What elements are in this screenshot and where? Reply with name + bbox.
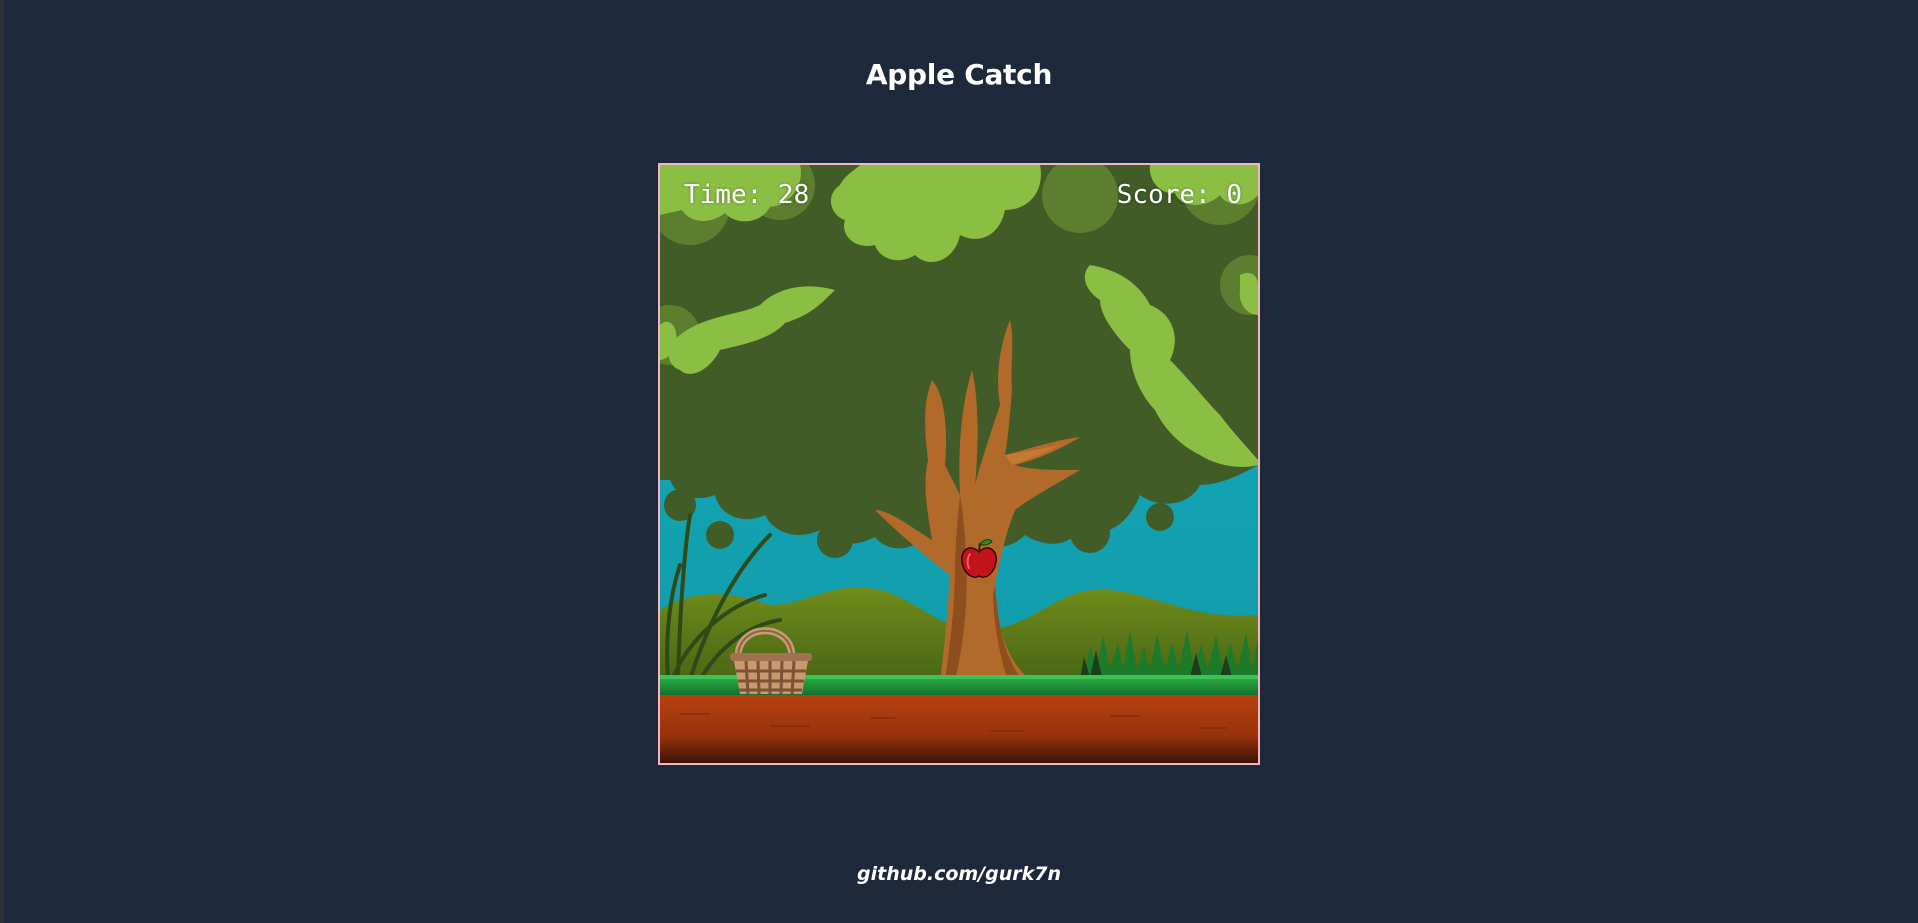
- window-edge: [0, 0, 4, 923]
- score-counter: Score: 0: [1116, 180, 1242, 210]
- github-link[interactable]: github.com/gurk7n: [0, 860, 1918, 888]
- game-scene: [660, 165, 1258, 763]
- dirt-ground: [660, 695, 1258, 763]
- time-counter: Time: 28: [684, 180, 810, 210]
- page-title: Apple Catch: [865, 57, 1053, 91]
- game-canvas[interactable]: Time: 28 Score: 0: [658, 163, 1260, 765]
